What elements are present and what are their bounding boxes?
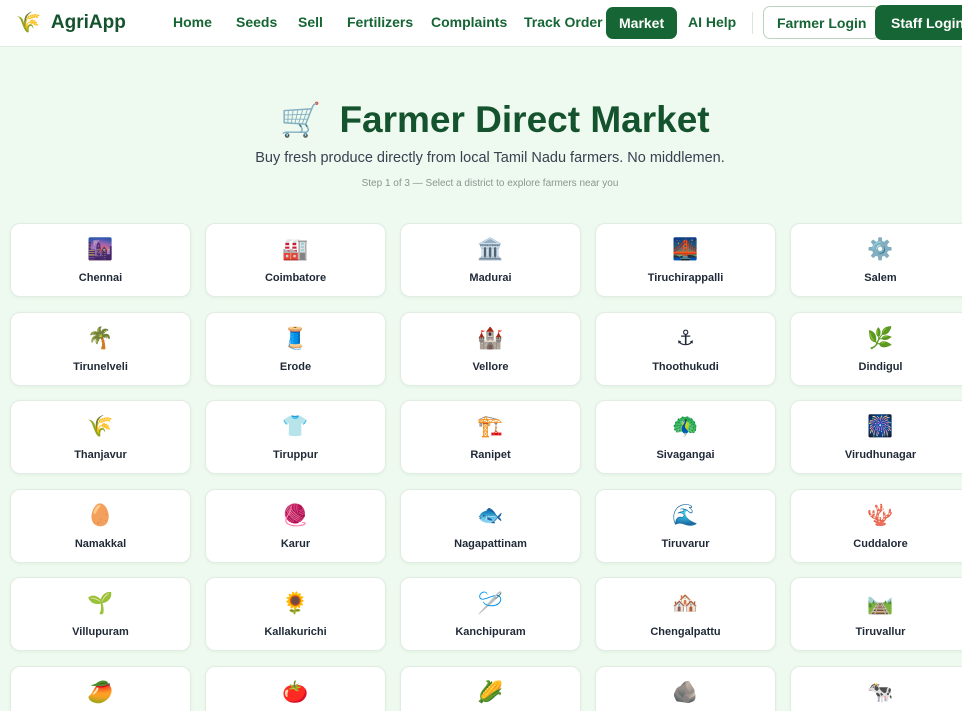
district-card-district-28[interactable]: 🌽 — [400, 666, 581, 711]
district-name: Sivagangai — [656, 449, 715, 461]
district-card-district-26[interactable]: 🥭 — [10, 666, 191, 711]
district-icon: 🥚 — [87, 504, 114, 527]
district-icon: 🌉 — [672, 238, 699, 261]
district-name: Coimbatore — [264, 272, 327, 284]
district-card-district-27[interactable]: 🍅 — [205, 666, 386, 711]
district-card-nagapattinam[interactable]: 🐟 Nagapattinam — [400, 489, 581, 563]
district-icon: 🐄 — [867, 681, 894, 704]
district-name: Cuddalore — [853, 538, 908, 550]
district-icon: 🛤️ — [867, 592, 894, 615]
district-icon: 🪡 — [477, 592, 504, 615]
district-icon: 🌾 — [87, 415, 114, 438]
district-icon: ⚓ — [676, 327, 695, 350]
district-icon: 🍅 — [282, 681, 309, 704]
district-card-virudhunagar[interactable]: 🎆 Virudhunagar — [790, 400, 962, 474]
district-icon: 🏭 — [282, 238, 309, 261]
district-card-tiruchirappalli[interactable]: 🌉 Tiruchirappalli — [595, 223, 776, 297]
district-name: Karur — [280, 538, 311, 550]
district-card-madurai[interactable]: 🏛️ Madurai — [400, 223, 581, 297]
district-card-district-29[interactable]: 🪨 — [595, 666, 776, 711]
district-card-kallakurichi[interactable]: 🌻 Kallakurichi — [205, 577, 386, 651]
district-icon: 🌱 — [87, 592, 114, 615]
district-card-namakkal[interactable]: 🥚 Namakkal — [10, 489, 191, 563]
district-name: Vellore — [472, 361, 509, 373]
district-icon: 🎆 — [867, 415, 894, 438]
district-card-tiruvarur[interactable]: 🌊 Tiruvarur — [595, 489, 776, 563]
district-icon: 🌴 — [87, 327, 114, 350]
district-icon: 🏛️ — [477, 238, 504, 261]
district-icon: 👕 — [282, 415, 309, 438]
district-icon: 🌻 — [282, 592, 309, 615]
district-card-thanjavur[interactable]: 🌾 Thanjavur — [10, 400, 191, 474]
district-grid: 🌆 Chennai 🏭 Coimbatore 🏛️ Madurai 🌉 Tiruchirapp… — [0, 0, 962, 711]
district-card-sivagangai[interactable]: 🦚 Sivagangai — [595, 400, 776, 474]
district-icon: 🏰 — [477, 327, 504, 350]
district-name: Tiruppur — [272, 449, 318, 461]
district-name: Thanjavur — [74, 449, 127, 461]
district-card-chengalpattu[interactable]: 🏘️ Chengalpattu — [595, 577, 776, 651]
district-name: Nagapattinam — [454, 538, 527, 550]
district-card-karur[interactable]: 🧶 Karur — [205, 489, 386, 563]
district-icon: 🌆 — [87, 238, 114, 261]
district-name: Chennai — [78, 272, 123, 284]
district-name: Tiruvarur — [661, 538, 710, 550]
district-card-tiruvallur[interactable]: 🛤️ Tiruvallur — [790, 577, 962, 651]
district-name: Villupuram — [72, 626, 129, 638]
district-card-coimbatore[interactable]: 🏭 Coimbatore — [205, 223, 386, 297]
district-icon: 🌿 — [867, 327, 894, 350]
district-icon: 🏗️ — [477, 415, 504, 438]
district-name: Erode — [279, 361, 312, 373]
district-icon: 🏘️ — [672, 592, 699, 615]
district-name: Dindigul — [858, 361, 903, 373]
district-name: Virudhunagar — [844, 449, 917, 461]
district-name: Kanchipuram — [455, 626, 526, 638]
district-name: Salem — [864, 272, 897, 284]
district-name: Ranipet — [470, 449, 511, 461]
district-icon: ⚙️ — [867, 238, 894, 261]
district-card-ranipet[interactable]: 🏗️ Ranipet — [400, 400, 581, 474]
district-card-chennai[interactable]: 🌆 Chennai — [10, 223, 191, 297]
district-icon: 🥭 — [87, 681, 114, 704]
district-card-erode[interactable]: 🧵 Erode — [205, 312, 386, 386]
district-icon: 🌽 — [477, 681, 504, 704]
district-icon: 🪸 — [867, 504, 894, 527]
district-card-villupuram[interactable]: 🌱 Villupuram — [10, 577, 191, 651]
district-card-dindigul[interactable]: 🌿 Dindigul — [790, 312, 962, 386]
district-name: Tiruchirappalli — [647, 272, 724, 284]
district-card-tiruppur[interactable]: 👕 Tiruppur — [205, 400, 386, 474]
district-name: Chengalpattu — [650, 626, 721, 638]
district-icon: 🪨 — [672, 681, 699, 704]
district-name: Tirunelveli — [73, 361, 128, 373]
district-name: Madurai — [469, 272, 512, 284]
district-card-salem[interactable]: ⚙️ Salem — [790, 223, 962, 297]
district-card-vellore[interactable]: 🏰 Vellore — [400, 312, 581, 386]
district-name: Namakkal — [74, 538, 127, 550]
district-icon: 🌊 — [672, 504, 699, 527]
district-card-thoothukudi[interactable]: ⚓ Thoothukudi — [595, 312, 776, 386]
district-name: Kallakurichi — [264, 626, 327, 638]
district-card-district-30[interactable]: 🐄 — [790, 666, 962, 711]
district-icon: 🐟 — [477, 504, 504, 527]
district-name: Tiruvallur — [855, 626, 906, 638]
district-card-cuddalore[interactable]: 🪸 Cuddalore — [790, 489, 962, 563]
district-icon: 🧵 — [282, 327, 309, 350]
district-name: Thoothukudi — [652, 361, 719, 373]
district-icon: 🦚 — [672, 415, 699, 438]
district-card-kanchipuram[interactable]: 🪡 Kanchipuram — [400, 577, 581, 651]
district-card-tirunelveli[interactable]: 🌴 Tirunelveli — [10, 312, 191, 386]
district-icon: 🧶 — [282, 504, 309, 527]
